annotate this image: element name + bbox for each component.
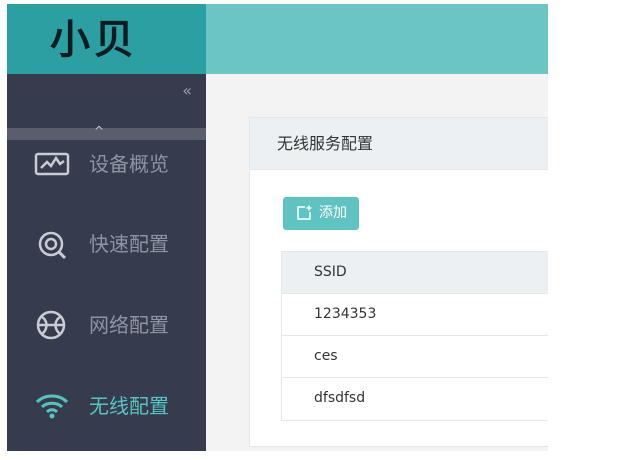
sidebar-item-quick-config[interactable]: 快速配置 (7, 214, 206, 274)
table-row[interactable]: dfsdfsd (282, 378, 548, 420)
panel-header: 无线服务配置 (250, 118, 548, 170)
sidebar: 小贝 « ^ 设备概览 快速配置 网络配置 无线配置 (7, 4, 206, 451)
globe-network-icon (36, 310, 66, 340)
table-row[interactable]: 1234353 (282, 294, 548, 336)
sidebar-item-label: 快速配置 (89, 232, 169, 256)
sidebar-item-label: 无线配置 (89, 394, 169, 418)
logo: 小贝 (50, 17, 138, 63)
sidebar-item-label: 设备概览 (89, 152, 169, 176)
monitor-chart-icon (34, 152, 70, 176)
ssid-cell: 1234353 (314, 306, 377, 322)
sidebar-item-device-overview[interactable]: 设备概览 (7, 134, 206, 194)
sidebar-item-label: 网络配置 (89, 313, 169, 337)
app-window: 小贝 « ^ 设备概览 快速配置 网络配置 无线配置 无线服务配置 添加 SSI… (7, 4, 548, 451)
ssid-cell: ces (314, 348, 338, 364)
panel-title: 无线服务配置 (277, 134, 374, 153)
ssid-table: SSID 1234353 ces dfsdfsd (281, 251, 548, 421)
wireless-service-panel: 无线服务配置 添加 SSID 1234353 ces dfsdfsd (249, 117, 548, 447)
top-header-bar (206, 4, 548, 74)
logo-area: 小贝 (7, 4, 206, 74)
table-row[interactable]: ces (282, 336, 548, 378)
collapse-sidebar-icon[interactable]: « (182, 82, 192, 100)
column-header-ssid: SSID (314, 264, 347, 280)
quick-config-icon (38, 231, 67, 260)
wifi-icon (35, 394, 69, 419)
add-button[interactable]: 添加 (283, 197, 359, 230)
add-icon (297, 205, 312, 220)
add-button-label: 添加 (319, 205, 347, 221)
sidebar-item-network-config[interactable]: 网络配置 (7, 295, 206, 355)
table-header: SSID (282, 252, 548, 294)
ssid-cell: dfsdfsd (314, 390, 366, 406)
sidebar-item-wireless-config[interactable]: 无线配置 (7, 376, 206, 436)
